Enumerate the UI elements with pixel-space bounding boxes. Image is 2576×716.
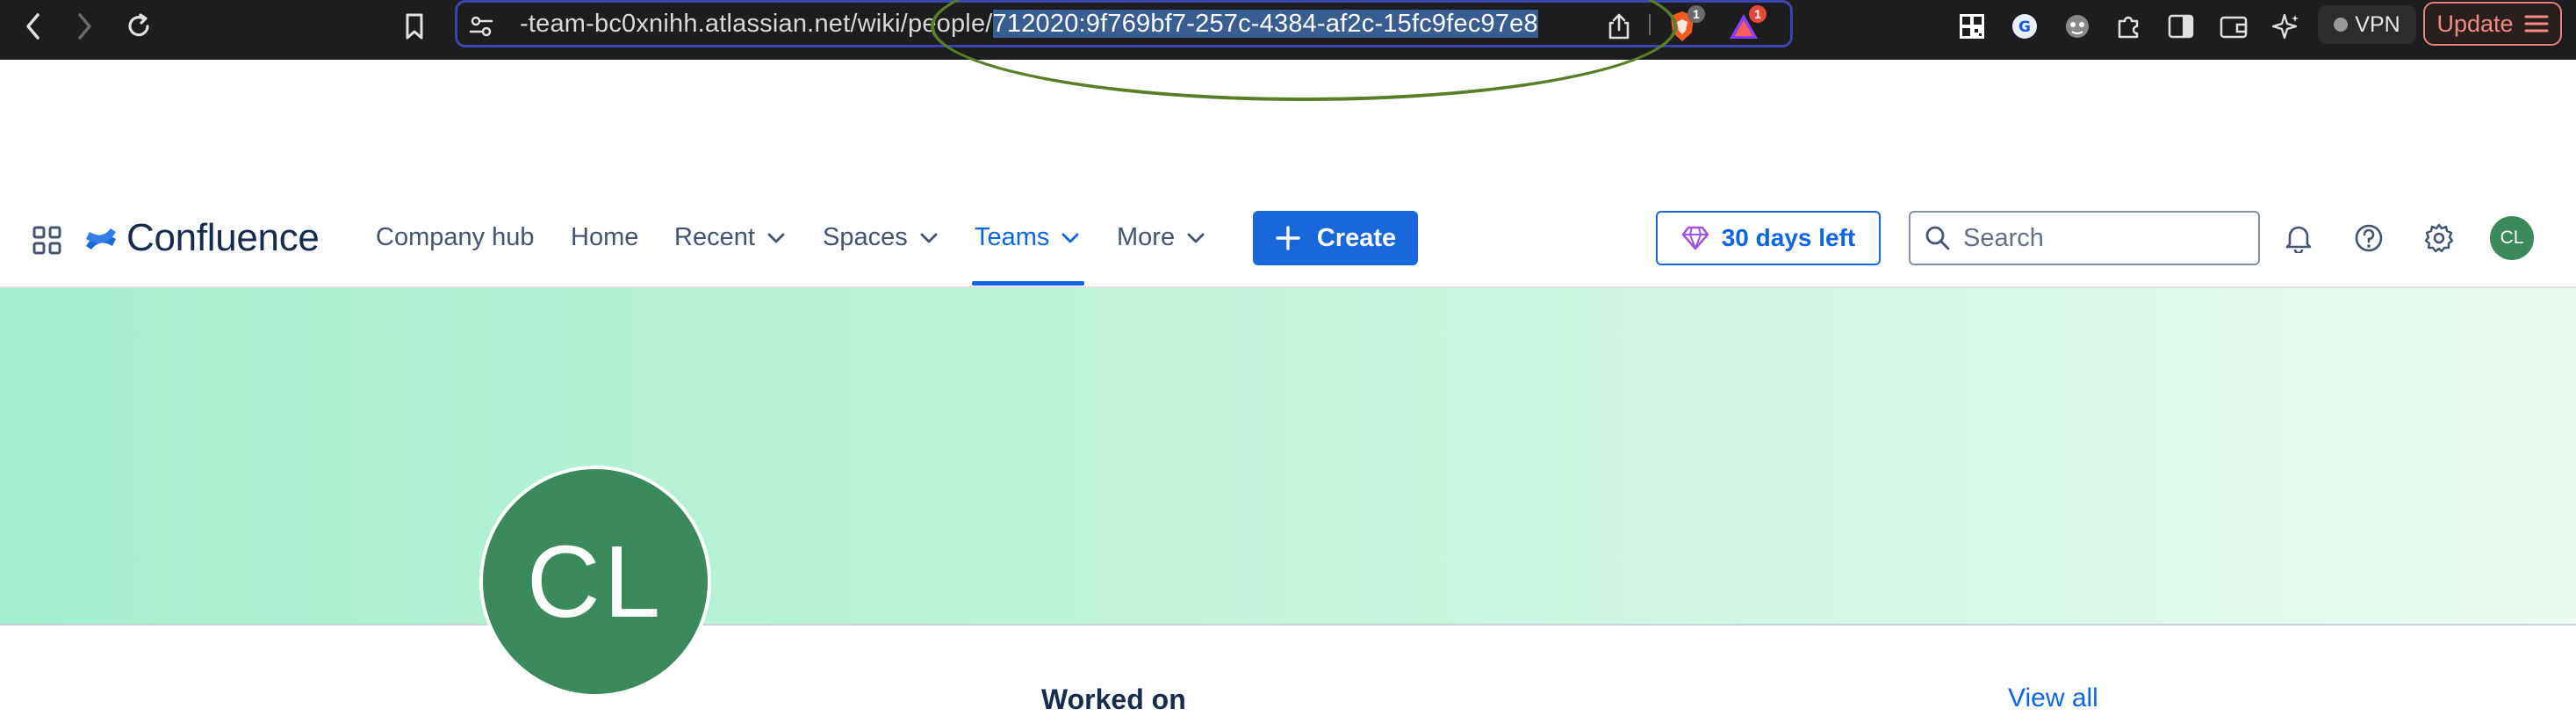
trial-days-button[interactable]: 30 days left <box>1656 211 1881 265</box>
browser-toolbar: -team-bc0xnihh.atlassian.net/wiki/people… <box>0 0 2576 60</box>
brave-badge: 1 <box>1687 5 1705 23</box>
reload-icon[interactable] <box>119 7 158 46</box>
vpn-label: VPN <box>2355 11 2400 37</box>
sidebar-icon[interactable] <box>2163 9 2198 44</box>
search-icon <box>1925 226 1950 250</box>
vpn-status-icon <box>2334 18 2349 32</box>
view-all-link[interactable]: View all <box>2008 683 2098 713</box>
chevron-down-icon <box>1062 233 1079 242</box>
nav-teams-label: Teams <box>975 223 1050 251</box>
help-icon[interactable] <box>2350 220 2387 257</box>
wallet-icon[interactable] <box>2216 9 2251 44</box>
update-button[interactable]: Update <box>2423 2 2562 46</box>
chevron-down-icon <box>920 233 938 242</box>
confluence-top-nav: Confluence Company hub Home Recent Space… <box>0 207 2576 286</box>
profile-avatar-initials: CL <box>526 524 665 639</box>
search-placeholder: Search <box>1963 223 2044 252</box>
diamond-icon <box>1681 226 1709 250</box>
plus-icon <box>1276 226 1300 250</box>
nav-company-hub-label: Company hub <box>376 223 535 251</box>
url-prefix: -team-bc0xnihh.atlassian.net/wiki/people… <box>520 10 993 38</box>
chevron-down-icon <box>767 233 785 242</box>
back-icon[interactable] <box>14 7 53 46</box>
nav-teams[interactable]: Teams <box>975 223 1079 252</box>
create-button[interactable]: Create <box>1253 211 1418 265</box>
user-avatar-initials: CL <box>2500 228 2524 248</box>
rewards-badge: 1 <box>1749 5 1767 23</box>
nav-recent-label: Recent <box>674 223 755 251</box>
site-settings-icon[interactable] <box>462 7 500 46</box>
active-tab-indicator <box>972 281 1084 286</box>
brave-shields-icon[interactable]: 1 <box>1665 5 1705 44</box>
confluence-logo-icon[interactable] <box>84 220 118 258</box>
notifications-icon[interactable] <box>2280 220 2317 257</box>
nav-home[interactable]: Home <box>571 223 638 252</box>
worked-on-heading: Worked on <box>1041 683 1186 715</box>
nav-more[interactable]: More <box>1117 223 1205 252</box>
grammar-extension-icon[interactable]: G <box>2007 9 2042 44</box>
trial-label: 30 days left <box>1721 224 1856 251</box>
url-selected: 712020:9f769bf7-257c-4384-af2c-15fc9fec9… <box>992 10 1538 38</box>
svg-text:G: G <box>2018 18 2031 36</box>
brand-name[interactable]: Confluence <box>126 216 320 260</box>
privacy-extension-icon[interactable] <box>2060 9 2095 44</box>
nav-spaces[interactable]: Spaces <box>823 223 938 252</box>
forward-icon[interactable] <box>65 7 104 46</box>
vpn-button[interactable]: VPN <box>2318 5 2416 44</box>
qr-code-icon[interactable] <box>1954 9 1990 44</box>
profile-avatar[interactable]: CL <box>479 466 711 698</box>
nav-company-hub[interactable]: Company hub <box>376 223 535 252</box>
hamburger-menu-icon <box>2524 15 2549 33</box>
leo-ai-icon[interactable] <box>2269 9 2304 44</box>
nav-more-label: More <box>1117 223 1176 251</box>
url-divider <box>1649 14 1651 35</box>
nav-home-label: Home <box>571 223 639 251</box>
extensions-icon[interactable] <box>2111 9 2146 44</box>
update-label: Update <box>2436 10 2514 37</box>
settings-gear-icon[interactable] <box>2421 220 2457 257</box>
brave-rewards-icon[interactable]: 1 <box>1726 5 1767 44</box>
chevron-down-icon <box>1187 233 1205 242</box>
nav-recent[interactable]: Recent <box>674 223 785 252</box>
share-icon[interactable] <box>1600 7 1638 46</box>
profile-header-banner <box>0 286 2576 626</box>
url-text[interactable]: -team-bc0xnihh.atlassian.net/wiki/people… <box>520 8 1538 40</box>
user-avatar[interactable]: CL <box>2490 216 2534 260</box>
app-switcher-icon[interactable] <box>32 225 63 257</box>
nav-spaces-label: Spaces <box>823 223 908 251</box>
create-label: Create <box>1316 223 1397 252</box>
bookmark-icon[interactable] <box>395 7 434 46</box>
search-input[interactable]: Search <box>1909 211 2260 265</box>
